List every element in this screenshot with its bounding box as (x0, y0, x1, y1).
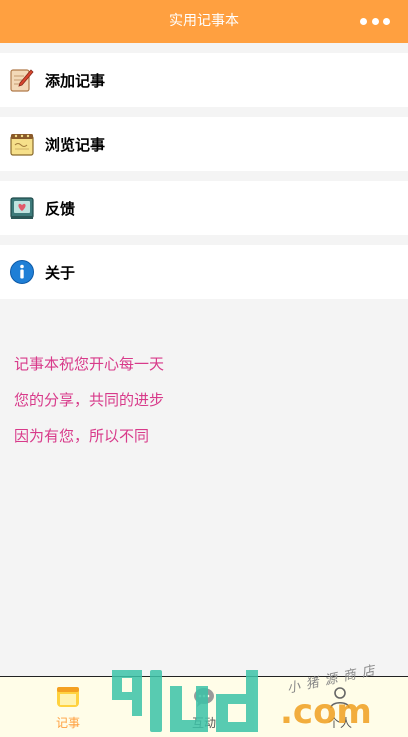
notepad-icon (10, 134, 34, 156)
menu-item-browse-notes[interactable]: 浏览记事 (0, 117, 408, 171)
dot (371, 17, 379, 25)
chat-icon (194, 688, 214, 707)
tab-label: 互动 (191, 716, 216, 730)
tab-bar: 记事 互动 个人 (0, 676, 408, 737)
tab-notes[interactable]: 记事 (0, 677, 136, 737)
menu-item-about[interactable]: 关于 (0, 245, 408, 299)
tab-profile[interactable]: 个人 (272, 677, 408, 737)
feedback-book-icon (10, 197, 34, 219)
menu-item-add-note[interactable]: 添加记事 (0, 53, 408, 107)
more-dots-icon[interactable] (360, 16, 390, 26)
menu-item-label: 关于 (45, 263, 76, 282)
menu-item-label: 浏览记事 (45, 135, 106, 154)
nav-bar: 实用记事本 (0, 0, 408, 43)
edit-note-icon (10, 69, 34, 92)
dot (383, 17, 390, 25)
menu-item-label: 添加记事 (45, 71, 106, 90)
greeting-line: 记事本祝您开心每一天 (14, 355, 165, 373)
notebook-icon (57, 687, 79, 707)
tab-interact[interactable]: 互动 (136, 677, 272, 737)
greeting-text: 记事本祝您开心每一天 您的分享，共同的进步 因为有您，所以不同 (14, 346, 164, 454)
person-icon (330, 687, 350, 709)
tab-label: 记事 (55, 716, 80, 730)
menu-item-feedback[interactable]: 反馈 (0, 181, 408, 235)
menu-item-label: 反馈 (45, 199, 76, 218)
page-title: 实用记事本 (169, 13, 239, 29)
greeting-line: 因为有您，所以不同 (14, 427, 150, 445)
dot (360, 17, 367, 25)
tab-label: 个人 (327, 716, 352, 730)
info-icon (10, 260, 34, 284)
greeting-line: 您的分享，共同的进步 (14, 391, 165, 409)
